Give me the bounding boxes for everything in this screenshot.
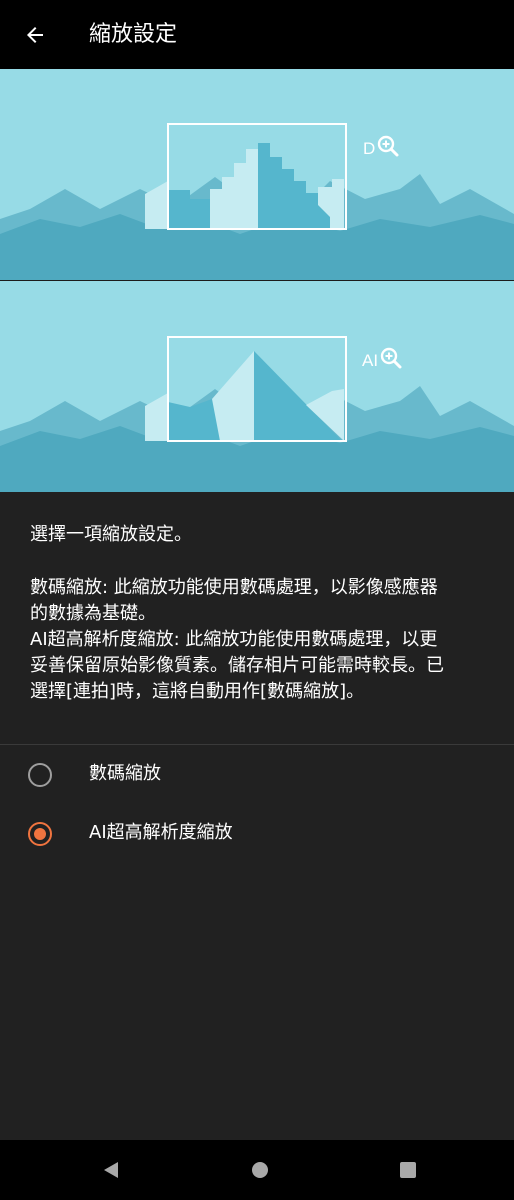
ai-zoom-illustration: AI: [0, 281, 514, 492]
system-nav-bar: [0, 1140, 514, 1200]
zoom-in-icon: [380, 347, 402, 369]
square-recents-icon: [400, 1162, 416, 1178]
radio-checked[interactable]: [28, 822, 52, 846]
digital-zoom-badge: D: [363, 135, 400, 159]
radio-unchecked[interactable]: [28, 763, 52, 787]
ai-zoom-badge: AI: [362, 347, 403, 371]
option-label: 數碼縮放: [89, 763, 161, 784]
description-line: 選擇[連拍]時，這將自動用作[數碼縮放]。: [30, 681, 365, 702]
app-bar: 縮放設定: [0, 0, 514, 69]
description-line: 數碼縮放: 此縮放功能使用數碼處理，以影像感應器: [30, 577, 438, 598]
digital-badge-label: D: [363, 139, 376, 158]
radio-selected-dot: [34, 828, 46, 840]
triangle-back-icon: [104, 1162, 118, 1178]
section-divider: [0, 744, 514, 745]
intro-text: 選擇一項縮放設定。: [30, 524, 192, 545]
description-line: 的數據為基礎。: [30, 603, 156, 624]
nav-recents-button[interactable]: [393, 1155, 423, 1185]
ai-badge-label: AI: [362, 351, 379, 370]
zoom-settings-screen: 縮放設定 D AI 選擇一項縮放設定。 數碼縮放: 此縮放功能使用數碼處理，以影…: [0, 0, 514, 1200]
digital-zoom-illustration: D: [0, 69, 514, 280]
description-line: AI超高解析度縮放: 此縮放功能使用數碼處理，以更: [30, 629, 438, 650]
description-line: 妥善保留原始影像質素。儲存相片可能需時較長。已: [30, 655, 444, 676]
page-title: 縮放設定: [89, 22, 178, 47]
zoom-in-icon: [378, 135, 399, 157]
option-ai-super-resolution-zoom[interactable]: AI超高解析度縮放: [0, 806, 514, 862]
back-button[interactable]: [14, 14, 56, 56]
arrow-left-icon: [27, 27, 43, 43]
nav-home-button[interactable]: [245, 1155, 275, 1185]
nav-back-button[interactable]: [96, 1155, 126, 1185]
option-label: AI超高解析度縮放: [89, 822, 233, 843]
zoom-description: 數碼縮放: 此縮放功能使用數碼處理，以影像感應器 的數據為基礎。 AI超高解析度…: [30, 575, 444, 705]
circle-home-icon: [252, 1162, 268, 1178]
option-digital-zoom[interactable]: 數碼縮放: [0, 747, 514, 803]
